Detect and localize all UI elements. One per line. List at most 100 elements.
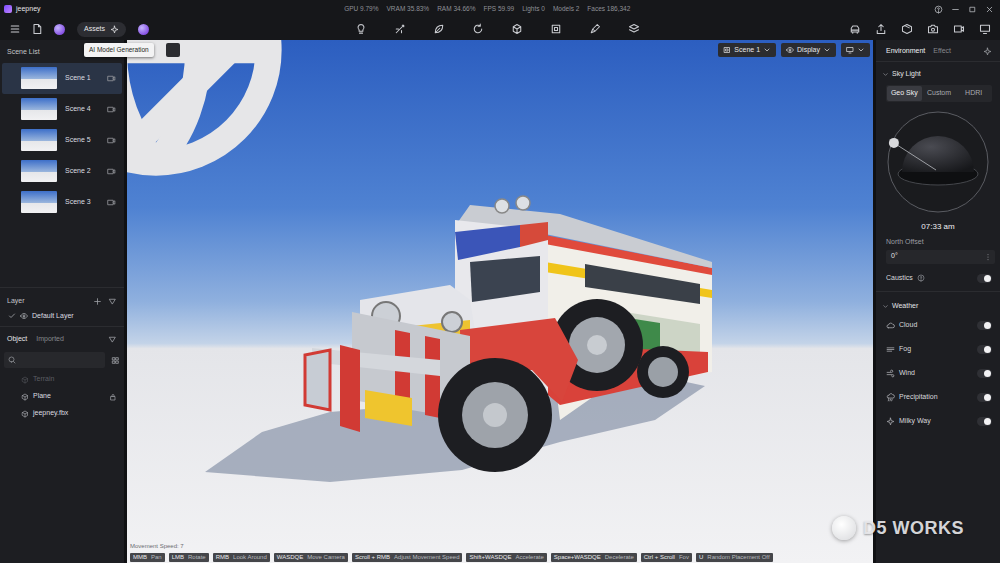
camera-icon[interactable] xyxy=(107,198,116,207)
layer-row[interactable]: Default Layer xyxy=(0,310,124,327)
light-icon[interactable] xyxy=(352,20,370,38)
layers-icon[interactable] xyxy=(625,20,643,38)
weather-toggle[interactable] xyxy=(977,369,992,378)
path-tool-icon[interactable] xyxy=(391,20,409,38)
north-offset-field[interactable]: 0° xyxy=(886,250,995,264)
model-icon[interactable] xyxy=(508,20,526,38)
scene-name: Scene 5 xyxy=(65,136,91,145)
more-icon[interactable] xyxy=(984,253,992,261)
weather-label: Cloud xyxy=(899,321,917,330)
eye-icon[interactable] xyxy=(20,312,28,320)
frame-icon[interactable] xyxy=(547,20,565,38)
environment-tab[interactable]: Effect xyxy=(933,47,951,56)
maximize-icon[interactable] xyxy=(968,5,977,14)
rotate-icon[interactable] xyxy=(469,20,487,38)
minimize-icon[interactable] xyxy=(951,5,960,14)
camera-icon[interactable] xyxy=(107,136,116,145)
expand-state[interactable] xyxy=(882,71,889,78)
settings-icon[interactable] xyxy=(983,47,992,56)
grid-icon[interactable] xyxy=(111,356,120,365)
app-window: jeepney GPU 9.79%VRAM 35.83%RAM 34.66%FP… xyxy=(0,0,1000,563)
brush-icon[interactable] xyxy=(586,20,604,38)
video-icon[interactable] xyxy=(950,20,968,38)
filter-icon[interactable] xyxy=(108,297,117,306)
package-icon[interactable] xyxy=(898,20,916,38)
sky-mode[interactable]: Custom xyxy=(922,86,957,101)
weather-toggle[interactable] xyxy=(977,417,992,426)
weather-toggle[interactable] xyxy=(977,321,992,330)
weather-row: Cloud xyxy=(876,314,1000,338)
lock-state[interactable] xyxy=(109,393,117,401)
camera-icon[interactable] xyxy=(107,105,116,114)
scene-item[interactable]: Scene 5 xyxy=(2,125,122,156)
scene-item[interactable]: Scene 3 xyxy=(2,187,122,218)
close-icon[interactable] xyxy=(985,5,994,14)
scene-item[interactable]: Scene 1 xyxy=(2,63,122,94)
camera-icon[interactable] xyxy=(107,167,116,176)
monitor-icon[interactable] xyxy=(976,20,994,38)
sky-mode-switch[interactable]: Geo SkyCustomHDRI xyxy=(886,85,992,102)
ai-orb-icon[interactable] xyxy=(54,24,65,35)
file-icon[interactable] xyxy=(28,20,46,38)
camera-icon[interactable] xyxy=(107,74,116,83)
view-options-button[interactable] xyxy=(841,43,870,57)
stat-readout: Lights 0 xyxy=(522,5,545,13)
environment-tab[interactable]: Environment xyxy=(886,47,925,56)
shortcut-action: Fov xyxy=(679,554,689,562)
cloud-icon xyxy=(886,321,895,330)
sun-dial[interactable] xyxy=(886,110,990,214)
filter-icon[interactable] xyxy=(108,335,117,344)
sun-handle[interactable] xyxy=(889,138,899,148)
camera-icon[interactable] xyxy=(924,20,942,38)
scene-item[interactable]: Scene 4 xyxy=(2,94,122,125)
weather-header[interactable]: Weather xyxy=(876,300,1000,314)
shortcut-hint: RMBLook Around xyxy=(213,553,270,563)
time-readout: 07:33 am xyxy=(876,222,1000,232)
object-item[interactable]: Plane xyxy=(0,388,124,405)
layer-check[interactable] xyxy=(8,312,16,320)
object-tab[interactable]: Object xyxy=(7,335,27,344)
export-icon[interactable] xyxy=(872,20,890,38)
add-icon[interactable] xyxy=(93,297,102,306)
menu-icon[interactable] xyxy=(6,20,24,38)
chevron-icon xyxy=(857,46,865,54)
app-logo-icon xyxy=(4,5,12,13)
scene-thumbnail xyxy=(21,160,57,182)
object-name: Plane xyxy=(33,392,51,401)
help-icon[interactable] xyxy=(917,274,925,282)
shortcut-action: Move Camera xyxy=(307,554,345,562)
search-input[interactable] xyxy=(19,356,101,365)
shortcut-key: U xyxy=(699,554,703,562)
object-item[interactable]: jeepney.fbx xyxy=(0,405,124,422)
sky-mode[interactable]: Geo Sky xyxy=(887,86,922,101)
shortcut-action: Look Around xyxy=(233,554,267,562)
object-item[interactable]: Terrain xyxy=(0,371,124,388)
shortcut-key: Ctrl + Scroll xyxy=(644,554,675,562)
caustics-toggle[interactable] xyxy=(977,274,992,283)
shortcut-hint: MMBPan xyxy=(130,553,165,563)
help-icon[interactable] xyxy=(934,5,943,14)
viewport[interactable]: Scene 1DisplayMovement Speed: 7MMBPanLMB… xyxy=(127,40,873,563)
scene-thumbnail xyxy=(21,67,57,89)
shortcut-key: MMB xyxy=(133,554,147,562)
sky-light-header[interactable]: Sky Light xyxy=(876,67,1000,81)
assets-button[interactable]: AssetsAI Model Generation xyxy=(77,22,126,37)
search-field[interactable] xyxy=(4,352,105,368)
scene-item[interactable]: Scene 2 xyxy=(2,156,122,187)
scene-dropdown[interactable]: Scene 1 xyxy=(718,43,776,57)
vehicle-icon[interactable] xyxy=(846,20,864,38)
display-dropdown[interactable]: Display xyxy=(781,43,836,57)
weather-toggle[interactable] xyxy=(977,393,992,402)
sky-mode[interactable]: HDRI xyxy=(956,86,991,101)
caustics-label: Caustics xyxy=(886,274,913,283)
check-icon xyxy=(8,312,16,320)
watermark-text: D5 WORKS xyxy=(863,517,964,540)
vegetation-icon[interactable] xyxy=(430,20,448,38)
weather-toggle[interactable] xyxy=(977,345,992,354)
object-tab[interactable]: Imported xyxy=(36,335,64,344)
section-title: Sky Light xyxy=(892,70,921,79)
ai-orb-icon[interactable] xyxy=(138,24,149,35)
watermark: D5 WORKS xyxy=(832,516,964,540)
pen-button[interactable] xyxy=(166,43,180,57)
expand-state[interactable] xyxy=(882,303,889,310)
